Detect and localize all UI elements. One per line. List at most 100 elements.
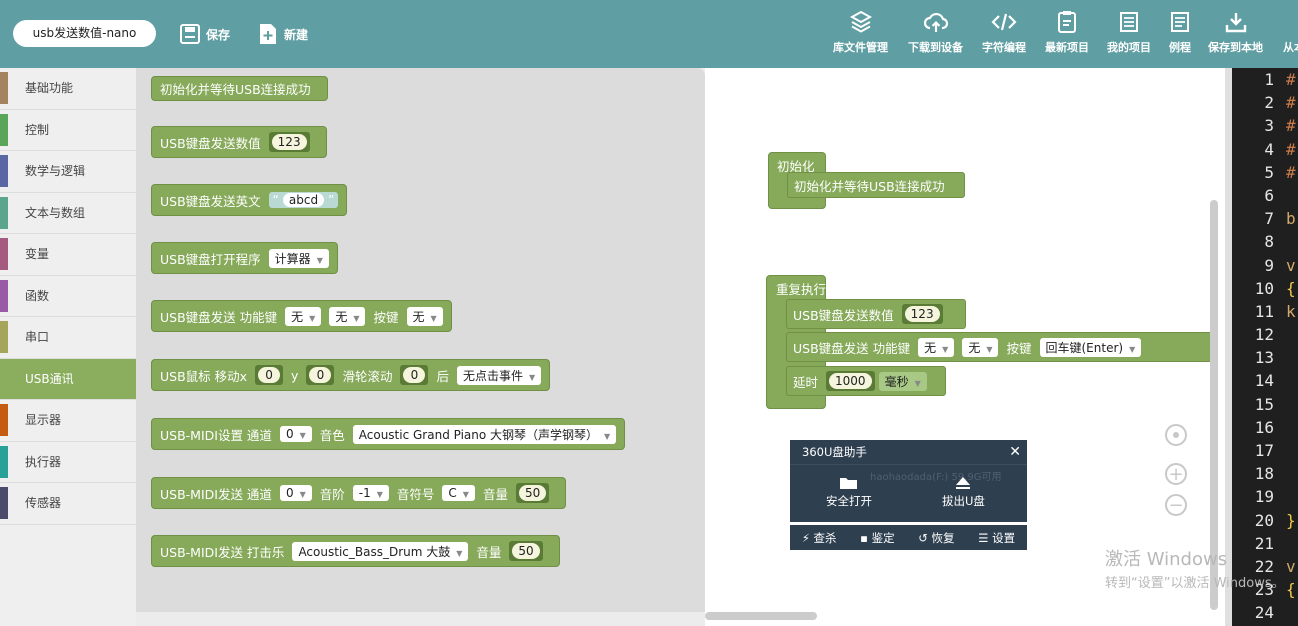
- category-sensors[interactable]: 传感器: [0, 483, 136, 525]
- new-button[interactable]: 新建: [258, 22, 308, 46]
- identify-button[interactable]: ▪ 鉴定: [860, 530, 894, 546]
- unit-dropdown[interactable]: 毫秒 ▼: [878, 371, 927, 391]
- loop-block-title: 重复执行: [776, 282, 827, 297]
- number-input[interactable]: 123: [904, 306, 940, 322]
- block-usb-keyboard-send-number[interactable]: USB键盘发送数值 123: [151, 126, 327, 158]
- line-number: 2: [1264, 93, 1274, 113]
- line-number: 16: [1254, 417, 1274, 437]
- key-dropdown[interactable]: 无 ▼: [406, 306, 443, 326]
- close-icon[interactable]: ✕: [1009, 440, 1021, 464]
- category-actuators[interactable]: 执行器: [0, 442, 136, 483]
- chevron-down-icon: ▼: [309, 313, 316, 323]
- panel-divider[interactable]: [1225, 68, 1232, 626]
- latest-projects-button[interactable]: 最新项目: [1045, 10, 1089, 55]
- click-event-dropdown[interactable]: 无点击事件 ▼: [456, 365, 542, 385]
- line-number: 12: [1254, 325, 1274, 345]
- import-local-button[interactable]: 从本: [1283, 10, 1298, 55]
- settings-button[interactable]: ☰ 设置: [978, 530, 1015, 546]
- code-line: #: [1286, 93, 1296, 113]
- eject-label: 拔出U盘: [942, 494, 985, 508]
- line-number-gutter: 1 2 3 4 5 6 7 8 9 10 11 12 13 14 15 16 17 18 19 20 21 22 23 24: [1232, 68, 1282, 625]
- drum-dropdown[interactable]: Acoustic_Bass_Drum 大鼓 ▼: [292, 541, 469, 561]
- my-projects-button[interactable]: 我的项目: [1107, 10, 1151, 55]
- key-dropdown[interactable]: 回车键(Enter) ▼: [1039, 337, 1142, 357]
- dropdown-value: 无点击事件: [462, 368, 523, 383]
- workspace-horizontal-scrollbar[interactable]: [705, 612, 817, 620]
- category-math-logic[interactable]: 数学与逻辑: [0, 151, 136, 193]
- category-label: 传感器: [25, 496, 62, 510]
- x-input[interactable]: 0: [258, 367, 281, 383]
- category-functions[interactable]: 函数: [0, 276, 136, 317]
- block-usb-keyboard-send-english[interactable]: USB键盘发送英文 “abcd”: [151, 184, 348, 216]
- modifier1-dropdown[interactable]: 无 ▼: [918, 337, 955, 357]
- line-number: 18: [1254, 464, 1274, 484]
- program-dropdown[interactable]: 计算器 ▼: [268, 248, 329, 268]
- wheel-input[interactable]: 0: [403, 367, 426, 383]
- library-manage-button[interactable]: 库文件管理: [833, 10, 888, 55]
- block-usb-keyboard-open-program[interactable]: USB键盘打开程序 计算器 ▼: [151, 242, 338, 274]
- block-usb-midi-setup[interactable]: USB-MIDI设置 通道 0 ▼ 音色 Acoustic Grand Piano…: [151, 418, 626, 450]
- eject-button[interactable]: 拔出U盘: [942, 476, 985, 509]
- block-label: USB键盘发送英文: [160, 193, 261, 209]
- category-color-bar: [0, 279, 8, 312]
- recenter-icon[interactable]: [1165, 424, 1187, 446]
- note-dropdown[interactable]: C ▼: [442, 485, 475, 501]
- block-usb-midi-percussion[interactable]: USB-MIDI发送 打击乐 Acoustic_Bass_Drum 大鼓 ▼ 音量…: [151, 535, 560, 567]
- octave-dropdown[interactable]: -1 ▼: [352, 485, 389, 501]
- line-number: 19: [1254, 487, 1274, 507]
- y-label: y: [291, 367, 299, 383]
- workspace-send-number-block[interactable]: USB键盘发送数值 123: [786, 299, 966, 329]
- save-button[interactable]: 保存: [180, 22, 230, 46]
- workspace-delay-block[interactable]: 延时 1000 毫秒 ▼: [786, 366, 946, 396]
- category-display[interactable]: 显示器: [0, 400, 136, 442]
- top-bar: usb发送数值-nano 保存 新建 库文件管理 下载到设备 字符编程 最新项目…: [0, 0, 1298, 68]
- code-text[interactable]: # # # # # b v {k} v {: [1286, 68, 1298, 625]
- delay-input[interactable]: 1000: [829, 373, 872, 389]
- scan-button[interactable]: ⚡ 查杀: [802, 530, 837, 546]
- zoom-in-icon[interactable]: +: [1165, 463, 1187, 485]
- safe-open-button[interactable]: 安全打开: [826, 476, 872, 509]
- code-programming-label: 字符编程: [982, 41, 1026, 54]
- volume-label: 音量: [482, 486, 508, 502]
- block-usb-init[interactable]: 初始化并等待USB连接成功: [151, 76, 328, 101]
- category-usb[interactable]: USB通讯: [0, 358, 136, 400]
- restore-button[interactable]: ↺ 恢复: [918, 530, 954, 546]
- text-input[interactable]: abcd: [282, 193, 325, 207]
- number-input[interactable]: 123: [271, 134, 307, 150]
- block-usb-midi-send[interactable]: USB-MIDI发送 通道 0 ▼ 音阶 -1 ▼ 音符号 C ▼ 音量 50: [151, 477, 567, 509]
- category-label: 数学与逻辑: [25, 164, 86, 178]
- timbre-dropdown[interactable]: Acoustic Grand Piano 大钢琴（声学钢琴） ▼: [352, 424, 617, 444]
- channel-dropdown[interactable]: 0 ▼: [279, 485, 312, 501]
- workspace-usb-init-block[interactable]: 初始化并等待USB连接成功: [787, 172, 965, 198]
- project-name-field[interactable]: usb发送数值-nano: [13, 20, 156, 47]
- zoom-out-icon[interactable]: −: [1165, 494, 1187, 516]
- code-editor-panel[interactable]: 1 2 3 4 5 6 7 8 9 10 11 12 13 14 15 16 17 18 19 20 21 22 23 24 …: [1232, 68, 1298, 626]
- block-usb-mouse-move[interactable]: USB鼠标 移动x 0 y 0 滑轮滚动 0 后 无点击事件 ▼: [151, 359, 551, 391]
- modifier1-dropdown[interactable]: 无 ▼: [285, 306, 322, 326]
- workspace-send-function-key-block[interactable]: USB键盘发送 功能键 无 ▼ 无 ▼ 按键 回车键(Enter) ▼: [786, 332, 1212, 362]
- after-label: 后: [436, 368, 449, 384]
- category-control[interactable]: 控制: [0, 110, 136, 151]
- volume-input[interactable]: 50: [518, 485, 547, 501]
- dropdown-value: C: [448, 486, 457, 500]
- y-input[interactable]: 0: [309, 367, 332, 383]
- modifier2-dropdown[interactable]: 无 ▼: [329, 306, 366, 326]
- code-line: {: [1286, 580, 1296, 600]
- download-to-device-button[interactable]: 下载到设备: [908, 10, 963, 55]
- modifier2-dropdown[interactable]: 无 ▼: [962, 337, 999, 357]
- key-label: 按键: [1006, 340, 1032, 356]
- examples-button[interactable]: 例程: [1169, 10, 1191, 55]
- identify-label: 鉴定: [871, 530, 895, 545]
- category-text-array[interactable]: 文本与数组: [0, 193, 136, 234]
- block-usb-keyboard-send-function-key[interactable]: USB键盘发送 功能键 无 ▼ 无 ▼ 按键 无 ▼: [151, 300, 452, 332]
- value-slot: 123: [901, 304, 943, 324]
- volume-input[interactable]: 50: [512, 543, 540, 559]
- code-programming-button[interactable]: 字符编程: [982, 10, 1026, 55]
- category-variables[interactable]: 变量: [0, 234, 136, 276]
- channel-dropdown[interactable]: 0 ▼: [279, 426, 312, 442]
- category-basic[interactable]: 基础功能: [0, 68, 136, 110]
- save-local-button[interactable]: 保存到本地: [1208, 10, 1263, 55]
- octave-label: 音阶: [319, 486, 345, 502]
- category-serial[interactable]: 串口: [0, 317, 136, 359]
